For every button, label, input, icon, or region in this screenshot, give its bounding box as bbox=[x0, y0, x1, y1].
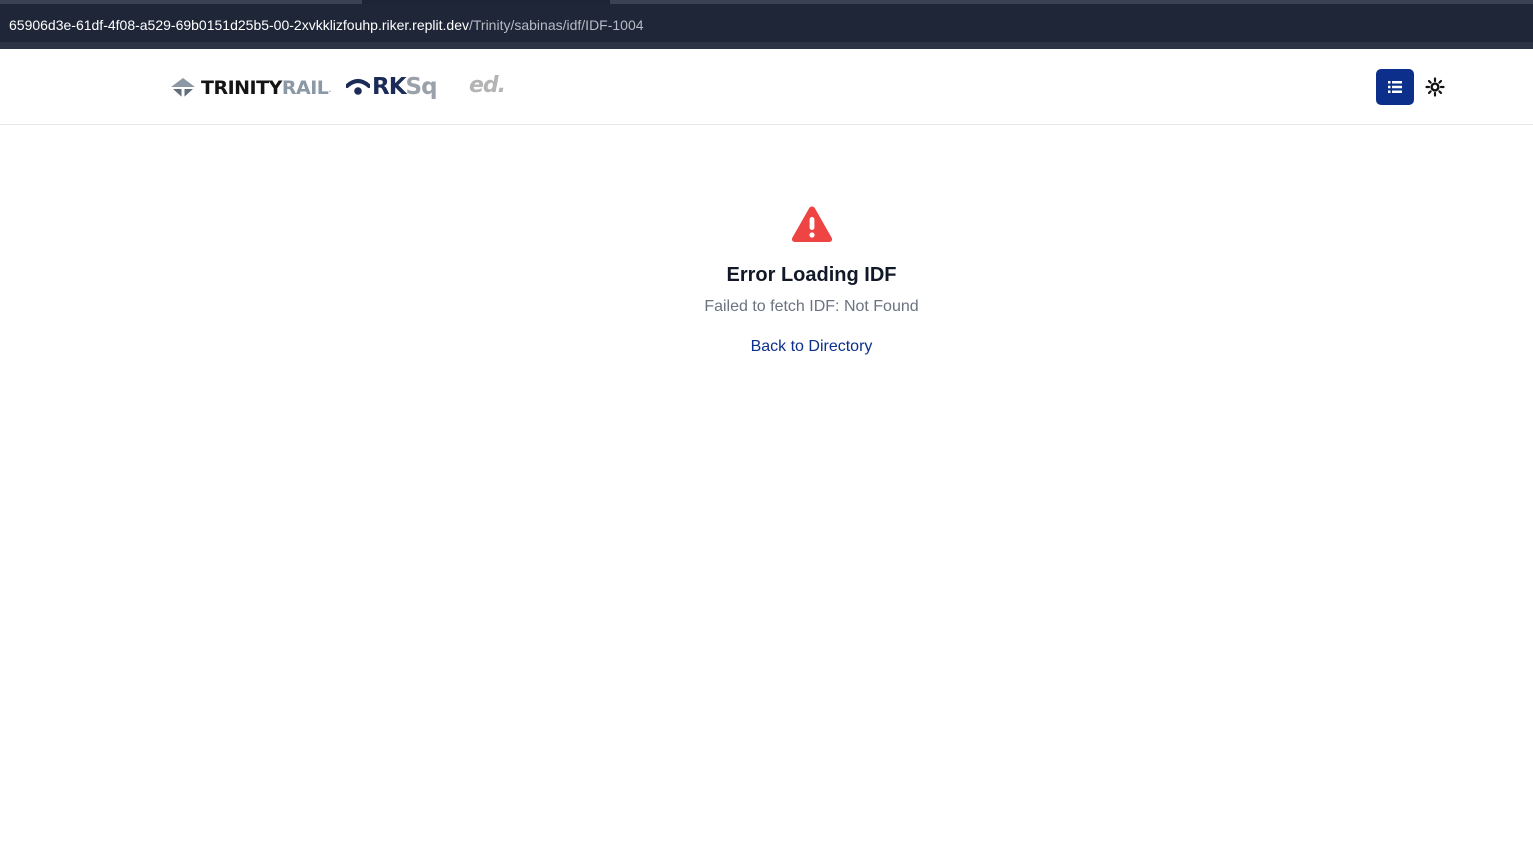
url-host: 65906d3e-61df-4f08-a529-69b0151d25b5-00-… bbox=[9, 17, 469, 33]
menu-button[interactable] bbox=[1376, 69, 1414, 105]
ed-logo[interactable]: ed. bbox=[469, 73, 506, 98]
error-message: Failed to fetch IDF: Not Found bbox=[704, 298, 919, 315]
error-title: Error Loading IDF bbox=[726, 264, 897, 286]
sun-icon bbox=[1425, 77, 1445, 97]
logo-rk-text: RK bbox=[372, 74, 407, 100]
theme-toggle-button[interactable] bbox=[1424, 76, 1446, 98]
logo-rail-text: RAIL bbox=[281, 77, 329, 99]
logo-trinity-text: TRINITY bbox=[201, 77, 282, 99]
rksq-logo[interactable]: RK Sq bbox=[346, 73, 438, 101]
back-to-directory-link[interactable]: Back to Directory bbox=[751, 336, 873, 358]
url-path: /Trinity/sabinas/idf/IDF-1004 bbox=[468, 17, 644, 33]
trinity-rail-logo[interactable]: TRINITY RAIL. bbox=[171, 76, 332, 100]
logo-trinity-dot: . bbox=[328, 81, 332, 95]
address-bar[interactable]: 65906d3e-61df-4f08-a529-69b0151d25b5-00-… bbox=[0, 4, 1533, 42]
error-state: Error Loading IDF Failed to fetch IDF: N… bbox=[0, 205, 1533, 358]
browser-toolbar-border bbox=[0, 42, 1533, 49]
wifi-arc-icon bbox=[346, 79, 370, 95]
trinity-mark-icon bbox=[171, 78, 195, 98]
list-icon bbox=[1388, 81, 1402, 93]
app-header: TRINITY RAIL. RK Sq ed. bbox=[0, 49, 1533, 125]
logo-sq-text: Sq bbox=[405, 74, 438, 100]
warning-triangle-icon bbox=[791, 206, 832, 242]
